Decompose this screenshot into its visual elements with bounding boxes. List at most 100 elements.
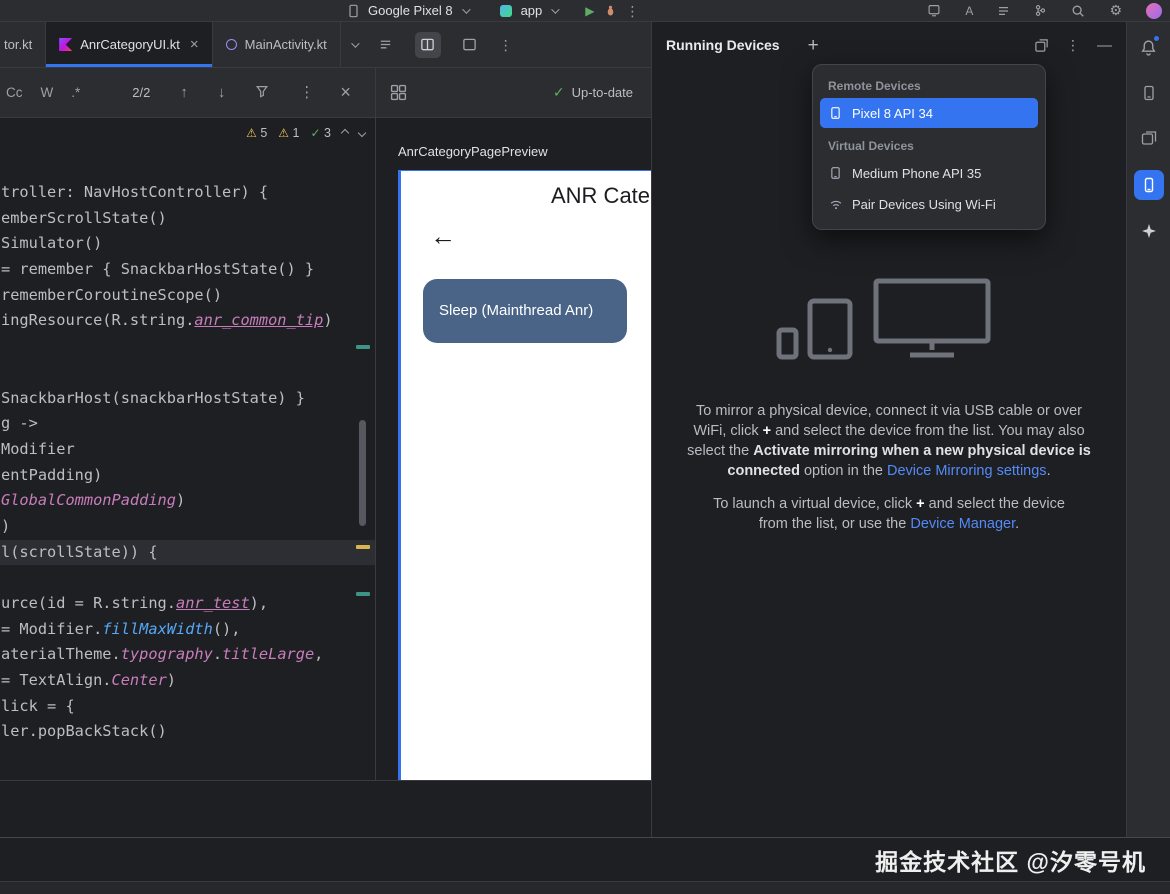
code-line[interactable]: rememberCoroutineScope()	[0, 283, 375, 309]
code-line[interactable]: emberScrollState()	[0, 206, 375, 232]
device-mirror-icon[interactable]	[927, 4, 941, 17]
editor-more-icon[interactable]: ⋮	[499, 38, 513, 52]
code-line[interactable]: Simulator()	[0, 231, 375, 257]
tab-mainactivity[interactable]: MainActivity.kt	[213, 22, 341, 67]
prev-issue-icon[interactable]	[341, 129, 349, 137]
next-issue-icon[interactable]	[358, 129, 366, 137]
device-popup-item[interactable]: Pixel 8 API 34	[820, 98, 1038, 128]
device-label: Medium Phone API 35	[852, 166, 981, 181]
panel-header-controls: ⋮ —	[1034, 37, 1112, 54]
help-link[interactable]: Device Mirroring settings	[887, 463, 1047, 479]
passed-group[interactable]: ✓ 3	[311, 126, 332, 140]
devices-illustration-icon	[774, 277, 1004, 361]
translate-icon[interactable]: A	[965, 4, 973, 18]
device-manager-icon[interactable]	[1134, 124, 1164, 154]
debug-bug-icon[interactable]	[604, 4, 617, 17]
bottom-empty-area	[0, 780, 651, 837]
chevron-down-icon[interactable]	[551, 5, 559, 13]
code-line[interactable]: entPadding)	[0, 463, 375, 489]
device-label: Pixel 8 API 34	[852, 106, 933, 121]
code-line[interactable]	[0, 565, 375, 591]
code-line[interactable]: l(scrollState)) {	[0, 540, 375, 566]
hide-panel-icon[interactable]: —	[1097, 37, 1112, 54]
tab-anrcategoryui[interactable]: AnrCategoryUI.kt ×	[46, 22, 212, 67]
editor-scrollbar[interactable]	[359, 420, 366, 526]
compose-preview-pane: AnrCategoryPagePreview ANR Cate ← Sleep …	[376, 118, 651, 780]
view-split-button[interactable]	[415, 32, 441, 58]
float-window-icon[interactable]	[1034, 38, 1049, 53]
right-tool-rail	[1126, 22, 1170, 837]
close-find-icon[interactable]: ×	[340, 82, 351, 103]
filter-icon[interactable]	[255, 84, 269, 102]
tab-list-chevron-icon[interactable]	[351, 39, 359, 47]
code-line[interactable]: Modifier	[0, 437, 375, 463]
warning-group[interactable]: ⚠ 1	[278, 126, 299, 140]
running-devices-tool-icon[interactable]	[1134, 170, 1164, 200]
warning-count: 5	[260, 126, 267, 140]
device-popup-item[interactable]: Medium Phone API 35	[820, 158, 1038, 188]
notifications-bell-icon[interactable]	[1134, 32, 1164, 62]
sleep-anr-button[interactable]: Sleep (Mainthread Anr)	[423, 279, 627, 343]
find-bar: Cc W .* 2/2 ↑ ↓ ⋮ ×	[0, 68, 376, 118]
stripe-mark[interactable]	[356, 545, 370, 549]
device-phone-icon	[348, 4, 359, 18]
search-icon[interactable]	[1071, 4, 1085, 18]
code-line[interactable]: g ->	[0, 411, 375, 437]
code-line[interactable]	[0, 360, 375, 386]
gemini-sparkle-icon[interactable]	[1134, 216, 1164, 246]
device-selector[interactable]: Google Pixel 8	[368, 3, 453, 18]
profile-avatar[interactable]	[1146, 3, 1162, 19]
match-case-toggle[interactable]: Cc	[6, 85, 23, 100]
run-button[interactable]: ▶	[585, 4, 594, 18]
kotlin-file-icon	[59, 38, 72, 51]
preview-grid-icon[interactable]	[390, 84, 407, 101]
chevron-down-icon[interactable]	[462, 5, 470, 13]
words-toggle[interactable]: W	[41, 85, 54, 100]
code-line[interactable]: )	[0, 514, 375, 540]
kotlin-class-icon	[226, 39, 237, 50]
back-arrow-icon[interactable]: ←	[430, 223, 456, 249]
vcs-branch-icon[interactable]	[1034, 4, 1047, 17]
preview-canvas[interactable]: ANR Cate ← Sleep (Mainthread Anr)	[398, 170, 651, 780]
view-code-button[interactable]	[373, 32, 399, 58]
code-editor[interactable]: ⚠ 5 ⚠ 1 ✓ 3 troller: NavHostController) …	[0, 118, 376, 780]
run-config-selector[interactable]: app	[521, 3, 543, 18]
device-label: Pair Devices Using Wi-Fi	[852, 197, 996, 212]
code-line[interactable]	[0, 334, 375, 360]
more-actions-icon[interactable]: ⋮	[626, 4, 640, 18]
stripe-mark[interactable]	[356, 345, 370, 349]
help-link[interactable]: Device Manager	[910, 516, 1015, 532]
stripe-mark[interactable]	[356, 592, 370, 596]
settings-gear-icon[interactable]: ⚙	[1109, 2, 1122, 19]
regex-toggle[interactable]: .*	[71, 85, 80, 100]
code-line[interactable]: ingResource(R.string.anr_common_tip)	[0, 308, 375, 334]
view-design-button[interactable]	[457, 32, 483, 58]
bottom-bar	[0, 881, 1170, 894]
code-line[interactable]: lick = {	[0, 694, 375, 720]
code-line[interactable]: aterialTheme.typography.titleLarge,	[0, 642, 375, 668]
device-popup-item[interactable]: Pair Devices Using Wi-Fi	[820, 189, 1038, 219]
preview-name[interactable]: AnrCategoryPagePreview	[398, 144, 548, 159]
close-tab-icon[interactable]: ×	[190, 36, 199, 53]
run-config-icon	[500, 5, 512, 17]
device-explorer-icon[interactable]	[1134, 78, 1164, 108]
warning-icon: ⚠	[246, 126, 257, 140]
find-more-icon[interactable]: ⋮	[299, 85, 314, 100]
code-line[interactable]: GlobalCommonPadding)	[0, 488, 375, 514]
warning-icon: ⚠	[278, 126, 289, 140]
code-line[interactable]: = TextAlign.Center)	[0, 668, 375, 694]
code-line[interactable]: = remember { SnackbarHostState() }	[0, 257, 375, 283]
code-line[interactable]: troller: NavHostController) {	[0, 180, 375, 206]
code-line[interactable]: = Modifier.fillMaxWidth(),	[0, 617, 375, 643]
warning-group[interactable]: ⚠ 5	[246, 126, 267, 140]
code-line[interactable]: ler.popBackStack()	[0, 719, 375, 745]
add-device-button[interactable]: +	[808, 36, 819, 55]
code-line[interactable]: urce(id = R.string.anr_test),	[0, 591, 375, 617]
next-match-icon[interactable]: ↓	[218, 84, 226, 101]
code-line[interactable]: SnackbarHost(snackbarHostState) }	[0, 386, 375, 412]
tab-partial-file[interactable]: tor.kt	[0, 22, 46, 67]
code-area[interactable]: troller: NavHostController) {emberScroll…	[0, 180, 375, 745]
task-list-icon[interactable]	[997, 5, 1010, 17]
prev-match-icon[interactable]: ↑	[180, 84, 188, 101]
panel-options-icon[interactable]: ⋮	[1066, 38, 1080, 52]
